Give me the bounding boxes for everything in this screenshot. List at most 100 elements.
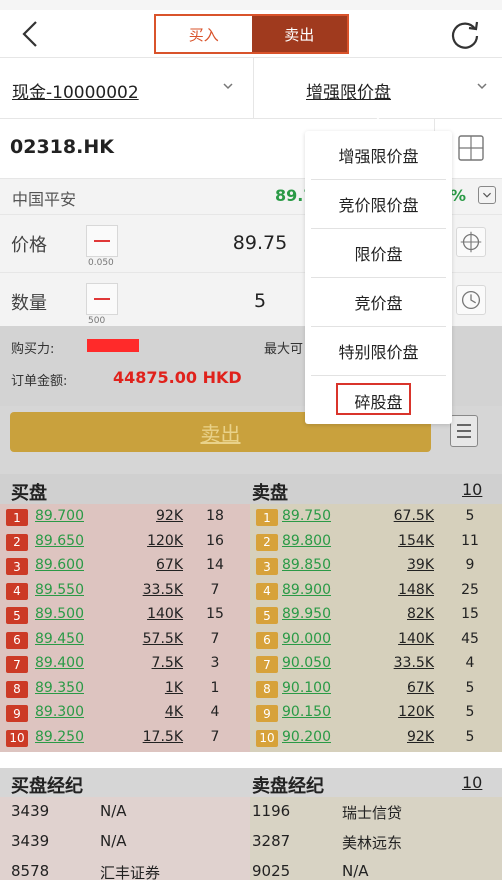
- level-badge: 1: [6, 509, 28, 526]
- calculator-icon[interactable]: [458, 135, 484, 161]
- level-badge: 5: [256, 607, 278, 624]
- dropdown-option[interactable]: 限价盘: [311, 229, 446, 278]
- bid-volume[interactable]: 7.5K: [100, 655, 183, 671]
- ask-price[interactable]: 89.750: [282, 508, 331, 524]
- bid-price[interactable]: 89.550: [35, 582, 84, 598]
- dropdown-option[interactable]: 特别限价盘: [311, 327, 446, 376]
- bid-price[interactable]: 89.450: [35, 631, 84, 647]
- quantity-decrease-button[interactable]: [86, 283, 118, 315]
- ask-volume[interactable]: 67.5K: [350, 508, 434, 524]
- dropdown-option[interactable]: 竞价限价盘: [311, 180, 446, 229]
- bid-volume[interactable]: 92K: [100, 508, 183, 524]
- clock-icon[interactable]: [456, 285, 486, 315]
- ask-price[interactable]: 89.950: [282, 606, 331, 622]
- order-book-header: 买盘 卖盘 10: [0, 474, 502, 504]
- level-badge: 2: [256, 533, 278, 551]
- bid-row[interactable]: 7 89.400 7.5K 3: [0, 653, 250, 678]
- buy-tab[interactable]: 买入: [156, 16, 252, 52]
- bid-row[interactable]: 1 89.700 92K 18: [0, 506, 250, 531]
- ask-volume[interactable]: 140K: [350, 631, 434, 647]
- bid-row[interactable]: 2 89.650 120K 16: [0, 531, 250, 556]
- ask-price[interactable]: 90.100: [282, 680, 331, 696]
- bid-price[interactable]: 89.250: [35, 729, 84, 745]
- order-list-icon[interactable]: [450, 415, 478, 447]
- bid-price[interactable]: 89.650: [35, 533, 84, 549]
- ask-row[interactable]: 5 89.950 82K 15: [250, 604, 502, 629]
- ask-price[interactable]: 90.200: [282, 729, 331, 745]
- ask-price[interactable]: 89.900: [282, 582, 331, 598]
- broker-name: N/A: [100, 802, 127, 820]
- ask-price[interactable]: 90.050: [282, 655, 331, 671]
- bid-row[interactable]: 4 89.550 33.5K 7: [0, 580, 250, 605]
- bid-volume[interactable]: 120K: [100, 533, 183, 549]
- ask-row[interactable]: 10 90.200 92K 5: [250, 727, 502, 752]
- level-badge: 7: [6, 656, 28, 673]
- ask-volume[interactable]: 33.5K: [350, 655, 434, 671]
- order-type-selector[interactable]: 增强限价盘: [306, 78, 391, 103]
- ask-row[interactable]: 6 90.000 140K 45: [250, 629, 502, 654]
- ask-volume[interactable]: 82K: [350, 606, 434, 622]
- ask-row[interactable]: 2 89.800 154K 11: [250, 531, 502, 556]
- bid-volume[interactable]: 57.5K: [100, 631, 183, 647]
- bid-price[interactable]: 89.300: [35, 704, 84, 720]
- chevron-left-icon[interactable]: [16, 18, 48, 50]
- ask-volume[interactable]: 39K: [350, 557, 434, 573]
- bid-price[interactable]: 89.500: [35, 606, 84, 622]
- bid-volume[interactable]: 140K: [100, 606, 183, 622]
- bid-count: 7: [210, 728, 220, 745]
- ask-row[interactable]: 8 90.100 67K 5: [250, 678, 502, 703]
- bid-volume[interactable]: 4K: [100, 704, 183, 720]
- ask-row[interactable]: 7 90.050 33.5K 4: [250, 653, 502, 678]
- buying-power-label: 购买力:: [11, 342, 55, 357]
- ask-row[interactable]: 9 90.150 120K 5: [250, 702, 502, 727]
- level-badge: 8: [256, 680, 278, 698]
- ask-row[interactable]: 4 89.900 148K 25: [250, 580, 502, 605]
- dropdown-option[interactable]: 增强限价盘: [311, 131, 446, 180]
- bid-row[interactable]: 6 89.450 57.5K 7: [0, 629, 250, 654]
- ask-volume[interactable]: 148K: [350, 582, 434, 598]
- dropdown-pointer: [369, 117, 387, 131]
- level-badge: 2: [6, 533, 28, 551]
- broker-level-link[interactable]: 10: [462, 773, 482, 792]
- bid-row[interactable]: 8 89.350 1K 1: [0, 678, 250, 703]
- bid-price[interactable]: 89.400: [35, 655, 84, 671]
- crosshair-icon[interactable]: [456, 227, 486, 257]
- bid-count: 3: [210, 655, 220, 671]
- ask-volume[interactable]: 154K: [350, 533, 434, 549]
- price-decrease-button[interactable]: [86, 225, 118, 257]
- bid-row[interactable]: 3 89.600 67K 14: [0, 555, 250, 580]
- ask-volume[interactable]: 92K: [350, 729, 434, 745]
- bid-price[interactable]: 89.350: [35, 680, 84, 696]
- dropdown-option[interactable]: 竞价盘: [311, 278, 446, 327]
- ask-price[interactable]: 90.150: [282, 704, 331, 720]
- broker-name: 瑞士信贷: [342, 804, 403, 822]
- bid-row[interactable]: 10 89.250 17.5K 7: [0, 727, 250, 752]
- broker-name: 汇丰证券: [100, 864, 161, 880]
- account-selector[interactable]: 现金-10000002: [12, 78, 139, 103]
- bid-volume[interactable]: 1K: [100, 680, 183, 696]
- bid-row[interactable]: 5 89.500 140K 15: [0, 604, 250, 629]
- ask-count: 25: [461, 581, 479, 598]
- depth-level-link[interactable]: 10: [462, 480, 482, 499]
- ask-price[interactable]: 89.800: [282, 533, 331, 549]
- bid-price[interactable]: 89.700: [35, 508, 84, 524]
- bid-volume[interactable]: 33.5K: [100, 582, 183, 598]
- ask-price[interactable]: 90.000: [282, 631, 331, 647]
- bid-row[interactable]: 9 89.300 4K 4: [0, 702, 250, 727]
- chevron-down-icon[interactable]: [478, 186, 496, 204]
- ask-volume[interactable]: 120K: [350, 704, 434, 720]
- bid-volume[interactable]: 17.5K: [100, 729, 183, 745]
- bid-count: 18: [206, 508, 224, 524]
- ask-row[interactable]: 1 89.750 67.5K 5: [250, 506, 502, 531]
- refresh-icon[interactable]: [448, 17, 482, 51]
- stock-code-input[interactable]: 02318.HK: [10, 136, 114, 158]
- bid-price[interactable]: 89.600: [35, 557, 84, 573]
- buy-sell-toggle: 买入 卖出: [154, 14, 349, 54]
- sell-tab[interactable]: 卖出: [251, 16, 347, 52]
- ask-price[interactable]: 89.850: [282, 557, 331, 573]
- broker-name: 美林远东: [342, 834, 403, 852]
- ask-volume[interactable]: 67K: [350, 680, 434, 696]
- bid-count: 14: [206, 557, 224, 573]
- bid-volume[interactable]: 67K: [100, 557, 183, 573]
- ask-row[interactable]: 3 89.850 39K 9: [250, 555, 502, 580]
